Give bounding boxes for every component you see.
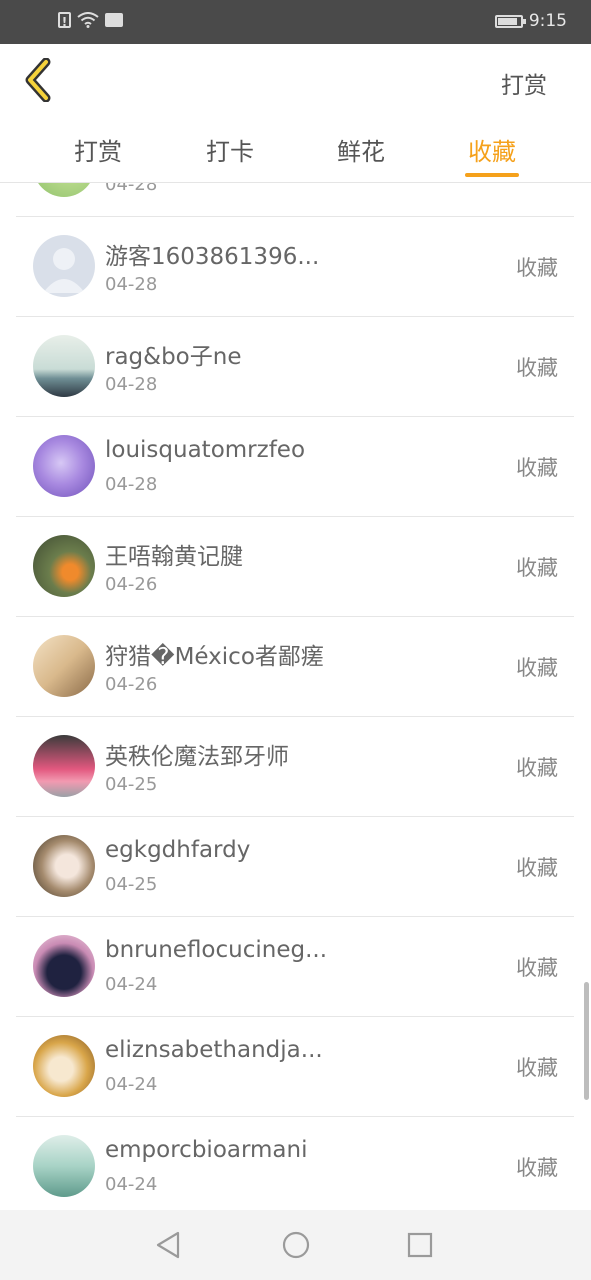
list-item[interactable]: egkgdhfardy 04-25 收藏 bbox=[16, 816, 574, 917]
circle-home-icon bbox=[282, 1231, 310, 1259]
list-item[interactable]: louisquatomrzfeo 04-28 收藏 bbox=[16, 416, 574, 517]
tab-reward[interactable]: 打赏 bbox=[58, 132, 138, 167]
item-date: 04-25 bbox=[105, 774, 158, 795]
chevron-left-icon bbox=[25, 57, 51, 103]
nav-back-button[interactable] bbox=[154, 1230, 182, 1264]
avatar bbox=[33, 935, 95, 997]
item-name: 英秩伦魔法郅牙师 bbox=[105, 744, 289, 770]
status-bar: ! 9:15 bbox=[0, 0, 591, 44]
back-button[interactable] bbox=[22, 57, 62, 103]
favorite-label: 收藏 bbox=[516, 656, 558, 680]
list-item[interactable]: 英秩伦魔法郅牙师 04-25 收藏 bbox=[16, 716, 574, 817]
avatar bbox=[33, 1135, 95, 1197]
triangle-back-icon bbox=[156, 1231, 180, 1259]
alert-icon: ! bbox=[58, 12, 71, 29]
list-item[interactable]: 游客1603861396... 04-28 收藏 bbox=[16, 216, 574, 317]
item-name: rag&bo子ne bbox=[105, 344, 242, 370]
list-item[interactable]: 王唔翰黄记腱 04-26 收藏 bbox=[16, 516, 574, 617]
avatar bbox=[33, 835, 95, 897]
item-name: bnruneflocucineg... bbox=[105, 937, 328, 963]
avatar bbox=[33, 735, 95, 797]
header: 打赏 打赏 打卡 鲜花 收藏 bbox=[0, 44, 591, 183]
avatar bbox=[33, 1035, 95, 1097]
item-date: 04-24 bbox=[105, 1174, 158, 1195]
avatar bbox=[33, 335, 95, 397]
nfc-icon bbox=[105, 13, 123, 27]
list-item[interactable]: 04-28 bbox=[16, 183, 574, 217]
item-date: 04-26 bbox=[105, 574, 158, 595]
item-date: 04-28 bbox=[105, 374, 158, 395]
item-date: 04-24 bbox=[105, 974, 158, 995]
reward-action-button[interactable]: 打赏 bbox=[501, 66, 547, 100]
favorite-label: 收藏 bbox=[516, 756, 558, 780]
list-item[interactable]: eliznsabethandja... 04-24 收藏 bbox=[16, 1016, 574, 1117]
list-item[interactable]: bnruneflocucineg... 04-24 收藏 bbox=[16, 916, 574, 1017]
avatar bbox=[33, 183, 95, 197]
item-date: 04-25 bbox=[105, 874, 158, 895]
active-tab-indicator bbox=[465, 173, 519, 177]
avatar bbox=[33, 435, 95, 497]
item-name: 王唔翰黄记腱 bbox=[105, 544, 243, 570]
status-right: 9:15 bbox=[494, 11, 567, 31]
favorite-label: 收藏 bbox=[516, 456, 558, 480]
status-time: 9:15 bbox=[528, 11, 567, 31]
favorite-label: 收藏 bbox=[516, 1156, 558, 1180]
nav-recents-button[interactable] bbox=[406, 1230, 434, 1264]
favorites-list[interactable]: 04-28 游客1603861396... 04-28 收藏 rag&bo子ne… bbox=[0, 183, 591, 1210]
favorite-label: 收藏 bbox=[516, 1056, 558, 1080]
avatar bbox=[33, 535, 95, 597]
favorite-label: 收藏 bbox=[516, 256, 558, 280]
item-name: louisquatomrzfeo bbox=[105, 437, 306, 463]
tab-flowers[interactable]: 鲜花 bbox=[321, 132, 401, 167]
item-date: 04-28 bbox=[105, 274, 158, 295]
battery-level bbox=[497, 17, 517, 25]
favorite-label: 收藏 bbox=[516, 356, 558, 380]
tab-favorites[interactable]: 收藏 bbox=[452, 132, 532, 167]
square-recents-icon bbox=[407, 1232, 433, 1258]
status-icons: ! bbox=[58, 12, 123, 29]
list-scrollbar[interactable] bbox=[584, 982, 589, 1100]
battery-icon bbox=[494, 14, 526, 28]
nav-home-button[interactable] bbox=[281, 1230, 311, 1264]
item-date: 04-26 bbox=[105, 674, 158, 695]
avatar bbox=[33, 235, 95, 297]
list-item[interactable]: emporcbioarmani 04-24 收藏 bbox=[16, 1116, 574, 1210]
avatar bbox=[33, 635, 95, 697]
item-name: egkgdhfardy bbox=[105, 837, 251, 863]
favorite-label: 收藏 bbox=[516, 556, 558, 580]
system-nav-bar bbox=[0, 1210, 591, 1280]
item-name: eliznsabethandja... bbox=[105, 1037, 323, 1063]
favorite-label: 收藏 bbox=[516, 856, 558, 880]
favorite-label: 收藏 bbox=[516, 956, 558, 980]
item-date: 04-28 bbox=[105, 183, 158, 195]
item-name: emporcbioarmani bbox=[105, 1137, 308, 1163]
item-date: 04-24 bbox=[105, 1074, 158, 1095]
default-user-icon bbox=[43, 248, 85, 293]
item-date: 04-28 bbox=[105, 474, 158, 495]
tab-checkin[interactable]: 打卡 bbox=[190, 132, 270, 167]
item-name: 游客1603861396... bbox=[105, 244, 320, 270]
item-name: 狩猎�México者鄙瘥 bbox=[105, 644, 324, 670]
wifi-icon bbox=[77, 12, 99, 28]
list-item[interactable]: 狩猎�México者鄙瘥 04-26 收藏 bbox=[16, 616, 574, 717]
list-item[interactable]: rag&bo子ne 04-28 收藏 bbox=[16, 316, 574, 417]
